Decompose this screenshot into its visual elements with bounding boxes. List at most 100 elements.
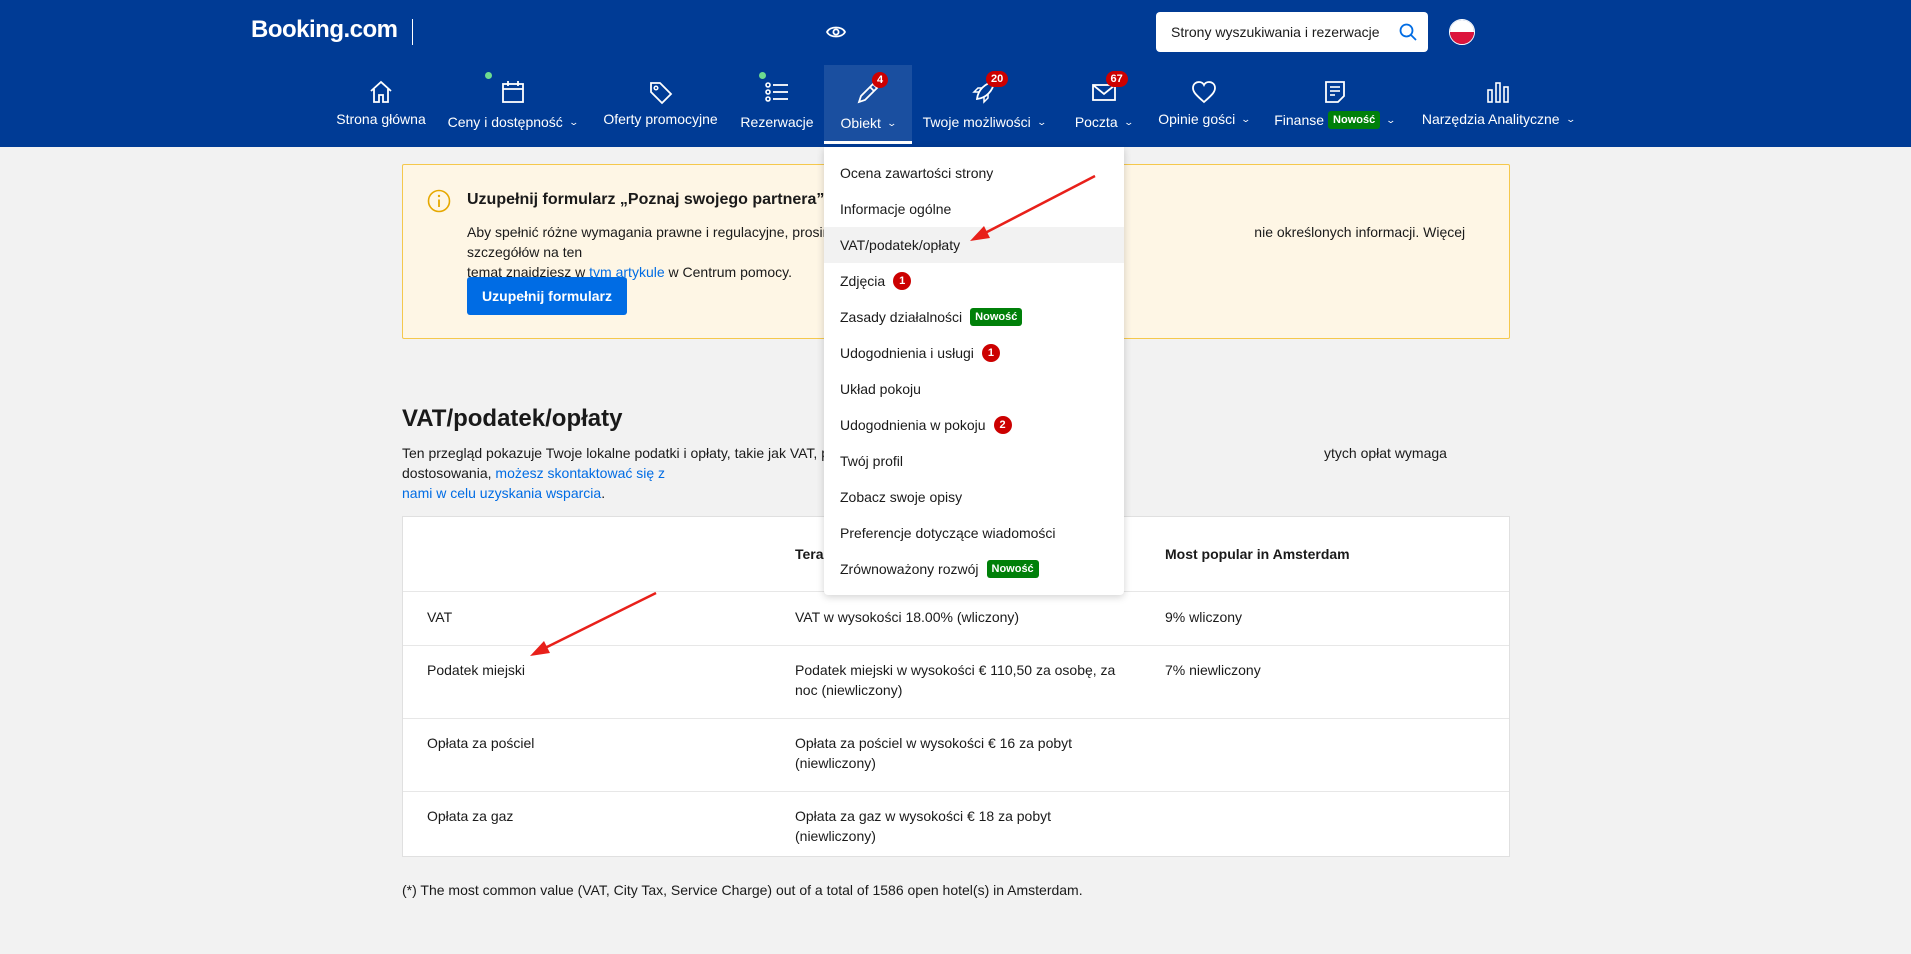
tax-name: Opłata za gaz (427, 808, 514, 824)
menu-item-label: Twój profil (840, 453, 904, 469)
chevron-down-icon: ⌄ (1240, 113, 1252, 124)
nav-item-property[interactable]: 4 Obiekt ⌄ (824, 65, 912, 144)
nav-label-prices: Ceny i dostępność (447, 114, 563, 130)
chevron-down-icon: ⌄ (1565, 113, 1576, 124)
tax-name: VAT (427, 609, 453, 625)
search-box[interactable] (1156, 12, 1428, 52)
menu-item-photos[interactable]: Zdjęcia 1 (824, 263, 1124, 299)
nav-item-reviews[interactable]: Opinie gości ⌄ (1154, 64, 1254, 147)
menu-item-sustainability[interactable]: Zrównoważony rozwój Nowość (824, 551, 1124, 587)
new-badge: Nowość (986, 560, 1039, 578)
menu-item-label: Ocena zawartości strony (840, 165, 994, 181)
menu-item-label: VAT/podatek/opłaty (840, 237, 961, 253)
menu-item-label: Preferencje dotyczące wiadomości (840, 525, 1056, 541)
polish-flag-icon[interactable] (1449, 19, 1475, 45)
chevron-down-icon: ⌄ (1123, 116, 1134, 127)
menu-item-label: Udogodnienia w pokoju (840, 417, 986, 433)
footnote: (*) The most common value (VAT, City Tax… (402, 882, 1083, 898)
menu-item-label: Zdjęcia (840, 273, 886, 289)
top-header: Booking.com Strona główna (0, 0, 1911, 147)
notification-dot (759, 72, 766, 79)
menu-item-message-preferences[interactable]: Preferencje dotyczące wiadomości (824, 515, 1124, 551)
count-badge: 2 (993, 416, 1012, 434)
chevron-down-icon: ⌄ (1036, 116, 1047, 127)
notification-dot (484, 72, 492, 79)
nav-label-reservations: Rezerwacje (740, 114, 814, 130)
property-dropdown-menu: Ocena zawartości strony Informacje ogóln… (824, 147, 1124, 595)
table-row: Opłata za pościel Opłata za pościel w wy… (403, 718, 1509, 791)
menu-item-profile[interactable]: Twój profil (824, 443, 1124, 479)
main-nav: Strona główna Ceny i dostępność ⌄ Oferty … (0, 64, 1911, 147)
search-icon[interactable] (1398, 22, 1418, 42)
chevron-down-icon: ⌄ (1385, 114, 1397, 125)
description-text: Ten przegląd pokazuje Twoje lokalne poda… (402, 445, 829, 461)
menu-item-room-layout[interactable]: Układ pokoju (824, 371, 1124, 407)
complete-form-button[interactable]: Uzupełnij formularz (467, 277, 627, 315)
nav-item-reservations[interactable]: Rezerwacje (739, 64, 815, 147)
opportunities-count-badge: 20 (986, 71, 1009, 87)
chevron-down-icon: ⌄ (886, 117, 898, 128)
tax-popular-value: 9% wliczony (1165, 609, 1243, 625)
table-row: Podatek miejski Podatek miejski w wysoko… (403, 645, 1509, 718)
column-header-popular: Most popular in Amsterdam (1165, 546, 1350, 562)
bar-chart-icon (1487, 82, 1509, 103)
menu-item-label: Układ pokoju (840, 381, 921, 397)
tax-now-value: Opłata za pościel w wysokości € 16 za po… (795, 735, 1073, 771)
tax-now-value: Opłata za gaz w wysokości € 18 za pobyt … (795, 808, 1052, 844)
nav-item-opportunities[interactable]: 20 Twoje możliwości ⌄ (922, 64, 1047, 147)
menu-item-policies[interactable]: Zasady działalności Nowość (824, 299, 1124, 335)
chevron-down-icon: ⌄ (568, 116, 579, 127)
menu-item-label: Zobacz swoje opisy (840, 489, 963, 505)
nav-item-analytics[interactable]: Narzędzia Analityczne ⌄ (1418, 64, 1578, 147)
contact-support-link[interactable]: możesz skontaktować się z (495, 465, 665, 481)
alert-text: w Centrum pomocy. (664, 264, 792, 280)
property-count-badge: 4 (872, 72, 889, 88)
nav-item-promotions[interactable]: Oferty promocyjne (598, 64, 723, 147)
description-text: . (601, 485, 606, 501)
logo-divider (412, 19, 413, 45)
info-icon (427, 189, 451, 213)
tax-now-value: Podatek miejski w wysokości € 110,50 za … (795, 662, 1116, 698)
nav-label-reviews: Opinie gości (1158, 111, 1236, 127)
nav-label-opportunities: Twoje możliwości (922, 114, 1031, 130)
booking-logo[interactable]: Booking.com (251, 16, 398, 44)
count-badge: 1 (893, 272, 912, 290)
document-icon (1324, 81, 1345, 103)
tag-icon (649, 82, 672, 105)
nav-item-finance[interactable]: Finanse Nowość ⌄ (1272, 64, 1397, 147)
list-icon (765, 82, 788, 102)
menu-item-facilities[interactable]: Udogodnienia i usługi 1 (824, 335, 1124, 371)
nav-label-analytics: Narzędzia Analityczne (1421, 111, 1560, 127)
menu-item-room-amenities[interactable]: Udogodnienia w pokoju 2 (824, 407, 1124, 443)
menu-item-content-score[interactable]: Ocena zawartości strony (824, 155, 1124, 191)
heart-icon (1192, 81, 1216, 104)
search-input[interactable] (1171, 24, 1391, 40)
nav-item-prices[interactable]: Ceny i dostępność ⌄ (445, 64, 580, 147)
menu-item-vat-taxes[interactable]: VAT/podatek/opłaty (824, 227, 1124, 263)
tax-name: Podatek miejski (427, 662, 526, 678)
eye-icon[interactable] (826, 22, 846, 42)
nav-item-home[interactable]: Strona główna (331, 64, 431, 147)
nav-label-home: Strona główna (336, 111, 426, 127)
mail-count-badge: 67 (1105, 71, 1128, 87)
new-badge: Nowość (1328, 111, 1381, 129)
home-icon (370, 80, 392, 103)
new-badge: Nowość (970, 308, 1023, 326)
alert-title: Uzupełnij formularz „Poznaj swojego part… (467, 191, 825, 208)
menu-item-descriptions[interactable]: Zobacz swoje opisy (824, 479, 1124, 515)
tax-now-value: VAT w wysokości 18.00% (wliczony) (795, 609, 1020, 625)
page-title: VAT/podatek/opłaty (402, 405, 623, 432)
menu-item-label: Zasady działalności (840, 309, 963, 325)
menu-item-label: Informacje ogólne (840, 201, 952, 217)
nav-label-finance: Finanse (1274, 112, 1325, 128)
nav-item-mail[interactable]: 67 Poczta ⌄ (1066, 64, 1141, 147)
tax-popular-value: 7% niewliczony (1165, 662, 1261, 678)
table-row: Opłata za gaz Opłata za gaz w wysokości … (403, 791, 1509, 857)
nav-label-property: Obiekt (840, 115, 881, 131)
contact-support-link[interactable]: nami w celu uzyskania wsparcia (402, 485, 601, 501)
tax-name: Opłata za pościel (427, 735, 535, 751)
menu-item-general-info[interactable]: Informacje ogólne (824, 191, 1124, 227)
menu-item-label: Udogodnienia i usługi (840, 345, 974, 361)
table-row: VAT VAT w wysokości 18.00% (wliczony) 9%… (403, 591, 1509, 645)
nav-label-promotions: Oferty promocyjne (603, 111, 718, 127)
